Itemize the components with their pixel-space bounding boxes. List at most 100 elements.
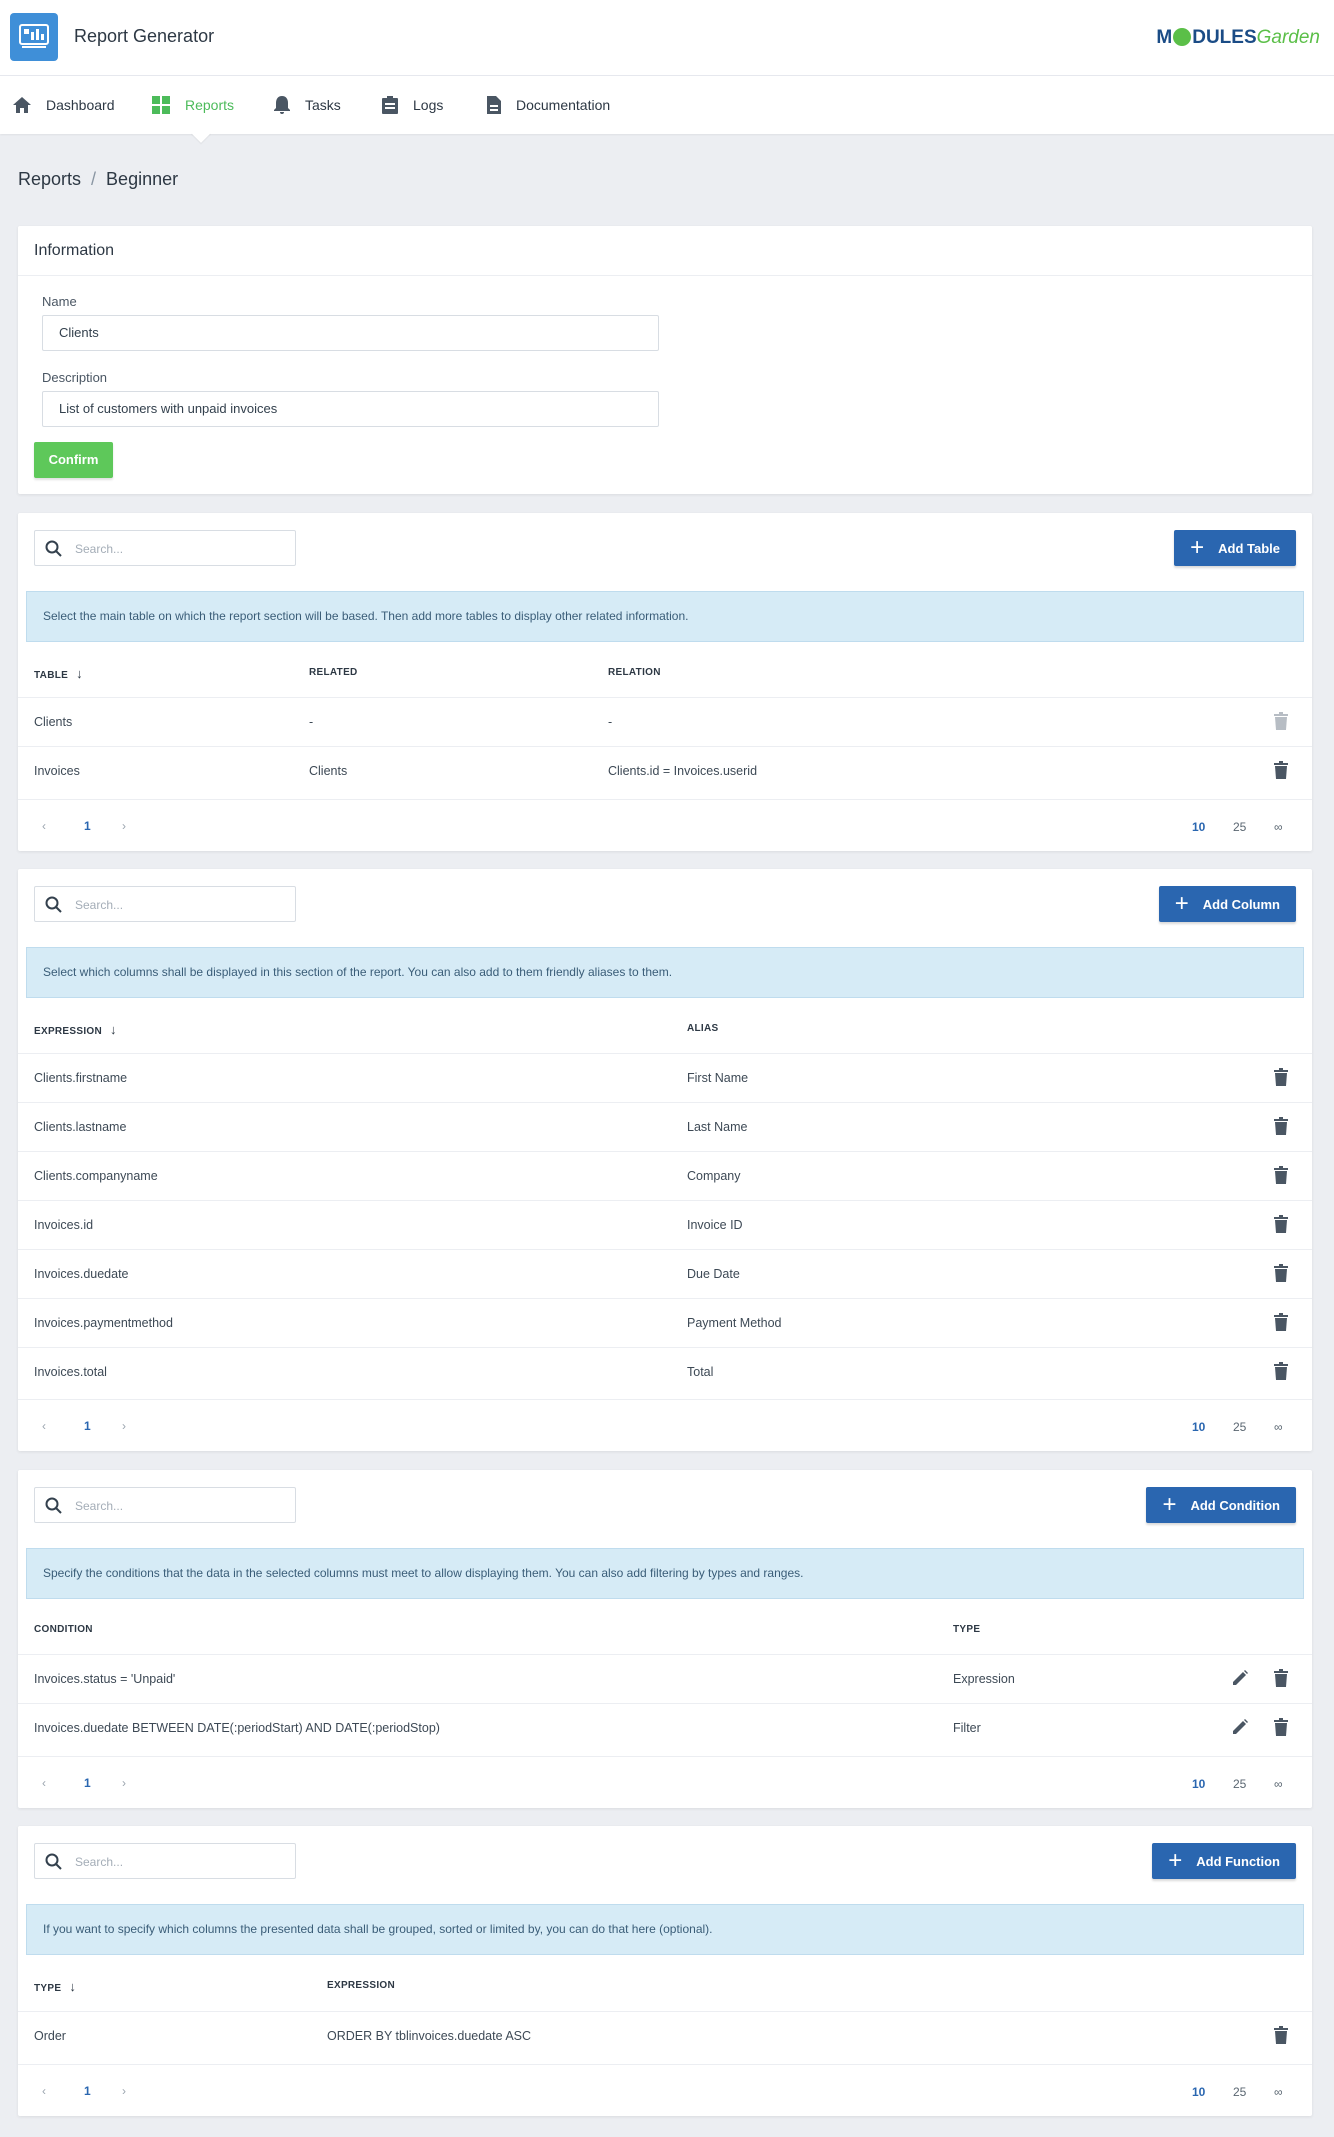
col-header-related: RELATED [309, 667, 358, 678]
nav-tasks[interactable]: Tasks [273, 76, 341, 134]
table-row: Invoices.duedate BETWEEN DATE(:periodSta… [18, 1703, 1312, 1752]
next-page-icon[interactable]: › [122, 1776, 126, 1790]
functions-card: Search... + Add Function If you want to s… [18, 1826, 1312, 2116]
table-row: Invoices Clients Clients.id = Invoices.u… [18, 746, 1312, 795]
trash-icon[interactable] [1274, 1313, 1288, 1331]
page-number[interactable]: 1 [84, 2084, 91, 2098]
columns-info-alert: Select which columns shall be displayed … [26, 947, 1304, 998]
page-size-all[interactable]: ∞ [1274, 820, 1283, 834]
add-condition-button[interactable]: + Add Condition [1146, 1487, 1296, 1523]
add-column-button[interactable]: + Add Column [1158, 886, 1296, 922]
trash-icon[interactable] [1274, 1166, 1288, 1184]
trash-icon[interactable] [1274, 1718, 1288, 1736]
bell-icon [274, 96, 290, 114]
page-size-25[interactable]: 25 [1233, 2085, 1246, 2099]
prev-page-icon[interactable]: ‹ [42, 1419, 46, 1433]
table-row: Invoices.total Total [18, 1347, 1312, 1396]
plus-icon: + [1162, 1491, 1177, 1518]
breadcrumb-reports-link[interactable]: Reports [18, 169, 81, 189]
next-page-icon[interactable]: › [122, 2084, 126, 2098]
search-icon [45, 540, 62, 557]
table-row: Clients.firstname First Name [18, 1053, 1312, 1102]
trash-icon[interactable] [1274, 1362, 1288, 1380]
columns-card: Search... + Add Column Select which colum… [18, 869, 1312, 1451]
trash-icon[interactable] [1274, 1215, 1288, 1233]
page-size-25[interactable]: 25 [1233, 1420, 1246, 1434]
search-icon [45, 896, 62, 913]
page-size-all[interactable]: ∞ [1274, 1420, 1283, 1434]
prev-page-icon[interactable]: ‹ [42, 1776, 46, 1790]
col-header-alias: ALIAS [687, 1023, 719, 1034]
plus-icon: + [1190, 534, 1205, 561]
table-row: Order ORDER BY tblinvoices.duedate ASC [18, 2011, 1312, 2060]
page-size-all[interactable]: ∞ [1274, 2085, 1283, 2099]
sort-arrow-icon: ↓ [110, 1022, 117, 1037]
col-header-expression: EXPRESSION [327, 1980, 396, 1991]
page-size-all[interactable]: ∞ [1274, 1777, 1283, 1791]
col-header-condition: CONDITION [34, 1624, 93, 1635]
confirm-button[interactable]: Confirm [34, 442, 113, 478]
trash-icon[interactable] [1274, 1117, 1288, 1135]
trash-icon[interactable] [1274, 2026, 1288, 2044]
reports-icon [152, 96, 170, 114]
next-page-icon[interactable]: › [122, 819, 126, 833]
clipboard-icon [382, 96, 398, 114]
add-function-button[interactable]: + Add Function [1152, 1843, 1296, 1879]
table-row: Invoices.paymentmethod Payment Method [18, 1298, 1312, 1347]
col-header-relation: RELATION [608, 667, 661, 678]
nav-documentation[interactable]: Documentation [486, 76, 610, 134]
nav-logs[interactable]: Logs [381, 76, 443, 134]
add-table-button[interactable]: + Add Table [1174, 530, 1296, 566]
tables-search-input[interactable]: Search... [34, 530, 296, 566]
prev-page-icon[interactable]: ‹ [42, 2084, 46, 2098]
app-title: Report Generator [74, 26, 215, 46]
trash-icon[interactable] [1274, 1068, 1288, 1086]
functions-info-alert: If you want to specify which columns the… [26, 1904, 1304, 1955]
page-size-10[interactable]: 10 [1192, 1777, 1205, 1791]
edit-pencil-icon[interactable] [1231, 1669, 1249, 1687]
page-size-10[interactable]: 10 [1192, 1420, 1205, 1434]
description-input[interactable]: List of customers with unpaid invoices [42, 391, 659, 427]
page-number[interactable]: 1 [84, 1776, 91, 1790]
plus-icon: + [1168, 1847, 1183, 1874]
nav-dashboard[interactable]: Dashboard [12, 76, 115, 134]
report-generator-logo-icon [10, 13, 58, 61]
page-number[interactable]: 1 [84, 1419, 91, 1433]
page-number[interactable]: 1 [84, 819, 91, 833]
trash-icon[interactable] [1274, 1264, 1288, 1282]
search-icon [45, 1853, 62, 1870]
prev-page-icon[interactable]: ‹ [42, 819, 46, 833]
conditions-search-input[interactable]: Search... [34, 1487, 296, 1523]
trash-icon-disabled [1274, 712, 1288, 730]
page-size-10[interactable]: 10 [1192, 820, 1205, 834]
breadcrumb-current: Beginner [106, 169, 179, 189]
search-icon [45, 1497, 62, 1514]
plus-icon: + [1174, 890, 1189, 917]
top-header: Report Generator M DULESGarden [0, 0, 1334, 76]
col-header-type: TYPE [953, 1624, 981, 1635]
table-row: Clients - - [18, 697, 1312, 746]
table-row: Clients.lastname Last Name [18, 1102, 1312, 1151]
tables-info-alert: Select the main table on which the repor… [26, 591, 1304, 642]
trash-icon[interactable] [1274, 761, 1288, 779]
page-size-25[interactable]: 25 [1233, 820, 1246, 834]
name-input[interactable]: Clients [42, 315, 659, 351]
table-row: Clients.companyname Company [18, 1151, 1312, 1200]
conditions-pager: ‹ 1 › 10 25 ∞ [18, 1756, 1312, 1808]
columns-search-input[interactable]: Search... [34, 886, 296, 922]
breadcrumb: Reports / Beginner [18, 169, 179, 189]
conditions-card: Search... + Add Condition Specify the con… [18, 1470, 1312, 1808]
functions-search-input[interactable]: Search... [34, 1843, 296, 1879]
columns-pager: ‹ 1 › 10 25 ∞ [18, 1399, 1312, 1451]
sort-arrow-icon: ↓ [76, 666, 83, 681]
page-size-25[interactable]: 25 [1233, 1777, 1246, 1791]
nav-reports[interactable]: Reports [151, 76, 234, 134]
page-size-10[interactable]: 10 [1192, 2085, 1205, 2099]
col-header-type[interactable]: TYPE ↓ [34, 1979, 76, 1994]
information-title: Information [18, 226, 1312, 276]
trash-icon[interactable] [1274, 1669, 1288, 1687]
edit-pencil-icon[interactable] [1231, 1718, 1249, 1736]
next-page-icon[interactable]: › [122, 1419, 126, 1433]
col-header-table[interactable]: TABLE ↓ [34, 666, 83, 681]
col-header-expression[interactable]: EXPRESSION ↓ [34, 1022, 117, 1037]
